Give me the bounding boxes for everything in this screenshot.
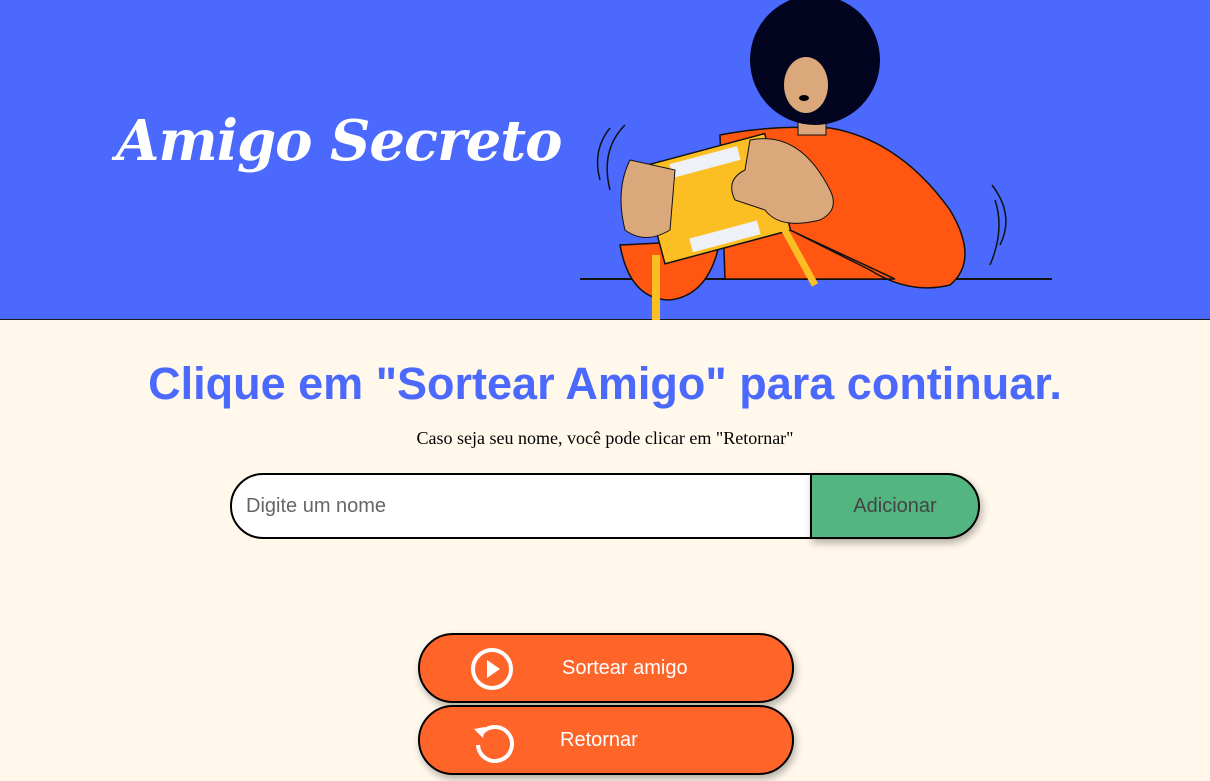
app-title: Amigo Secreto bbox=[116, 108, 562, 174]
name-input[interactable] bbox=[230, 473, 814, 539]
person-with-gift-illustration bbox=[580, 0, 1052, 320]
header-banner: Amigo Secreto bbox=[0, 0, 1210, 320]
draw-friend-label: Sortear amigo bbox=[562, 657, 688, 679]
play-circle-icon bbox=[471, 648, 513, 690]
return-label: Retornar bbox=[560, 729, 638, 751]
draw-friend-button[interactable]: Sortear amigo bbox=[418, 633, 794, 703]
instruction-subtitle: Caso seja seu nome, você pode clicar em … bbox=[416, 428, 794, 448]
refresh-icon bbox=[474, 725, 514, 763]
return-button[interactable]: Retornar bbox=[418, 705, 794, 775]
instruction-heading: Clique em "Sortear Amigo" para continuar… bbox=[148, 358, 1062, 409]
add-button[interactable]: Adicionar bbox=[810, 473, 980, 539]
